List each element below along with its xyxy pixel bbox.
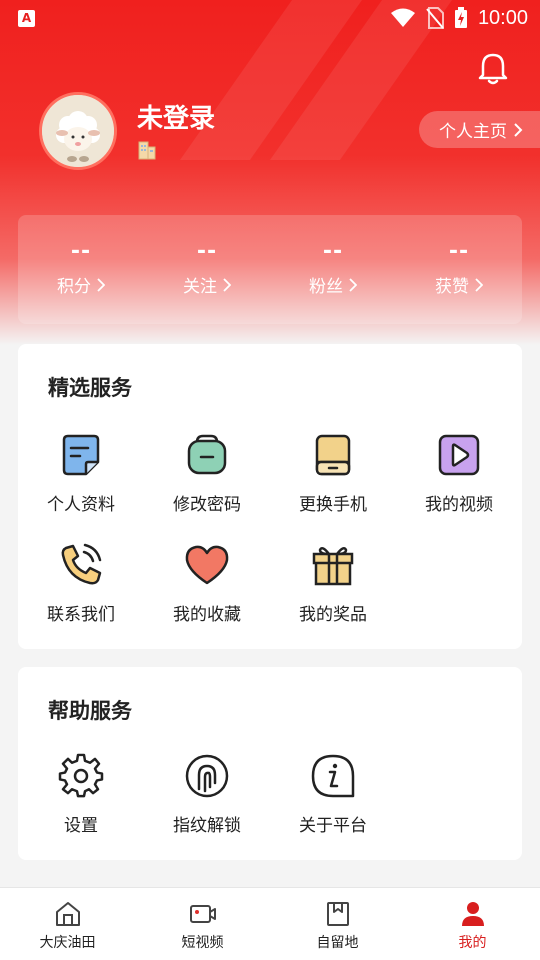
stat-label: 粉丝 <box>309 277 343 297</box>
stat-value: -- <box>196 239 218 264</box>
lock-icon <box>187 434 227 475</box>
bell-icon[interactable] <box>476 52 510 86</box>
tab-garden[interactable]: 自留地 <box>270 888 405 960</box>
tab-mine[interactable]: 我的 <box>405 888 540 960</box>
help-label: 关于平台 <box>299 816 367 836</box>
service-change-phone[interactable]: 更换手机 <box>270 432 396 515</box>
chevron-right-icon <box>349 277 357 292</box>
stat-following[interactable]: -- 关注 <box>144 215 270 324</box>
bottom-tab-bar: 大庆油田 短视频 自留地 我的 <box>0 887 540 960</box>
homepage-button[interactable]: 个人主页 <box>419 111 540 148</box>
service-label: 更换手机 <box>299 495 367 515</box>
clock: 10:00 <box>477 6 528 29</box>
service-label: 我的视频 <box>425 495 493 515</box>
chevron-right-icon <box>475 277 483 292</box>
fingerprint-icon <box>185 754 229 798</box>
service-contact-us[interactable]: 联系我们 <box>18 542 144 625</box>
status-bar: A 10:00 <box>0 0 540 36</box>
phone-icon <box>315 434 351 476</box>
stat-label: 获赞 <box>435 277 469 297</box>
chevron-right-icon <box>514 122 523 137</box>
stat-fans[interactable]: -- 粉丝 <box>270 215 396 324</box>
username[interactable]: 未登录 <box>137 98 215 135</box>
app-notification-icon: A <box>18 9 35 27</box>
tab-home[interactable]: 大庆油田 <box>0 888 135 960</box>
service-label: 我的收藏 <box>173 605 241 625</box>
service-my-videos[interactable]: 我的视频 <box>396 432 522 515</box>
service-label: 个人资料 <box>47 495 115 515</box>
service-change-password[interactable]: 修改密码 <box>144 432 270 515</box>
stat-likes[interactable]: -- 获赞 <box>396 215 522 324</box>
service-favorites[interactable]: 我的收藏 <box>144 542 270 625</box>
service-label: 联系我们 <box>47 605 115 625</box>
battery-charging-icon <box>454 7 467 28</box>
gift-icon <box>312 546 354 586</box>
service-label: 我的奖品 <box>299 605 367 625</box>
person-icon <box>461 902 484 926</box>
video-icon <box>438 434 480 476</box>
stat-value: -- <box>322 239 344 264</box>
service-profile[interactable]: 个人资料 <box>18 432 144 515</box>
profile-card-icon <box>62 434 100 476</box>
tab-label: 大庆油田 <box>39 935 96 951</box>
service-prizes[interactable]: 我的奖品 <box>270 542 396 625</box>
call-icon <box>61 543 102 585</box>
sheep-avatar-icon <box>42 95 114 167</box>
help-settings[interactable]: 设置 <box>18 753 144 836</box>
tab-label: 自留地 <box>316 935 359 951</box>
bookmark-icon <box>326 902 349 926</box>
home-icon <box>55 902 80 926</box>
service-label: 修改密码 <box>173 495 241 515</box>
help-label: 设置 <box>64 816 98 836</box>
gear-icon <box>58 753 104 798</box>
help-services-card: 帮助服务 设置 指纹解锁 关于平台 <box>18 667 522 860</box>
tab-short-video[interactable]: 短视频 <box>135 888 270 960</box>
help-about[interactable]: 关于平台 <box>270 753 396 836</box>
video-camera-icon <box>189 905 216 923</box>
section-title: 帮助服务 <box>48 699 132 723</box>
help-fingerprint[interactable]: 指纹解锁 <box>144 753 270 836</box>
tab-label: 短视频 <box>181 935 224 951</box>
stat-value: -- <box>448 239 470 264</box>
stat-value: -- <box>70 239 92 264</box>
stats-card: -- 积分 -- 关注 -- 粉丝 -- 获赞 <box>18 215 522 324</box>
building-icon <box>138 141 156 160</box>
stat-label: 积分 <box>57 277 91 297</box>
section-title: 精选服务 <box>48 376 132 400</box>
chevron-right-icon <box>223 277 231 292</box>
avatar[interactable] <box>39 92 117 170</box>
stat-points[interactable]: -- 积分 <box>18 215 144 324</box>
info-icon <box>311 754 355 798</box>
wifi-icon <box>390 8 415 27</box>
chevron-right-icon <box>97 277 105 292</box>
help-label: 指纹解锁 <box>173 816 241 836</box>
stat-label: 关注 <box>183 277 217 297</box>
no-sim-icon <box>426 7 444 29</box>
homepage-label: 个人主页 <box>439 122 507 142</box>
tab-label: 我的 <box>458 935 487 951</box>
featured-services-card: 精选服务 个人资料 修改密码 更换手机 我的视频 联系我们 我的收藏 我的奖品 <box>18 344 522 649</box>
heart-icon <box>185 545 229 585</box>
